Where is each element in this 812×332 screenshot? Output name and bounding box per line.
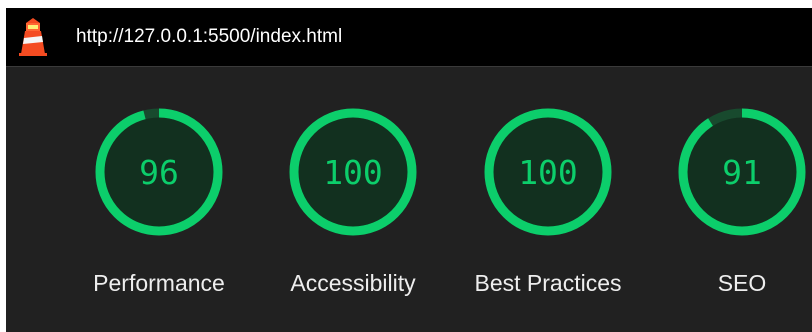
gauge-label: SEO	[717, 270, 767, 296]
gauge-label: Best Practices	[474, 270, 622, 296]
gauge-label: Accessibility	[290, 270, 416, 296]
gauge-seo[interactable]: 91 SEO	[652, 67, 812, 332]
page-url[interactable]: http://127.0.0.1:5500/index.html	[76, 8, 342, 66]
gauge-performance[interactable]: 96 Performance	[69, 67, 249, 332]
category-gauges: 96 Performance 100 Accessibility 100 Bes…	[6, 67, 812, 332]
report-topbar: http://127.0.0.1:5500/index.html	[6, 8, 812, 67]
score-ring-seo: 91	[678, 108, 806, 236]
gauge-label: Performance	[93, 270, 225, 296]
score-value: 100	[323, 153, 383, 192]
gauge-accessibility[interactable]: 100 Accessibility	[263, 67, 443, 332]
score-ring-best-practices: 100	[484, 108, 612, 236]
score-ring-performance: 96	[95, 108, 223, 236]
score-value: 91	[722, 153, 762, 192]
lighthouse-report: http://127.0.0.1:5500/index.html 96 Perf…	[6, 8, 812, 332]
gauge-best-practices[interactable]: 100 Best Practices	[458, 67, 638, 332]
lighthouse-icon	[19, 18, 47, 56]
score-ring-accessibility: 100	[289, 108, 417, 236]
score-value: 96	[139, 153, 179, 192]
score-value: 100	[518, 153, 578, 192]
